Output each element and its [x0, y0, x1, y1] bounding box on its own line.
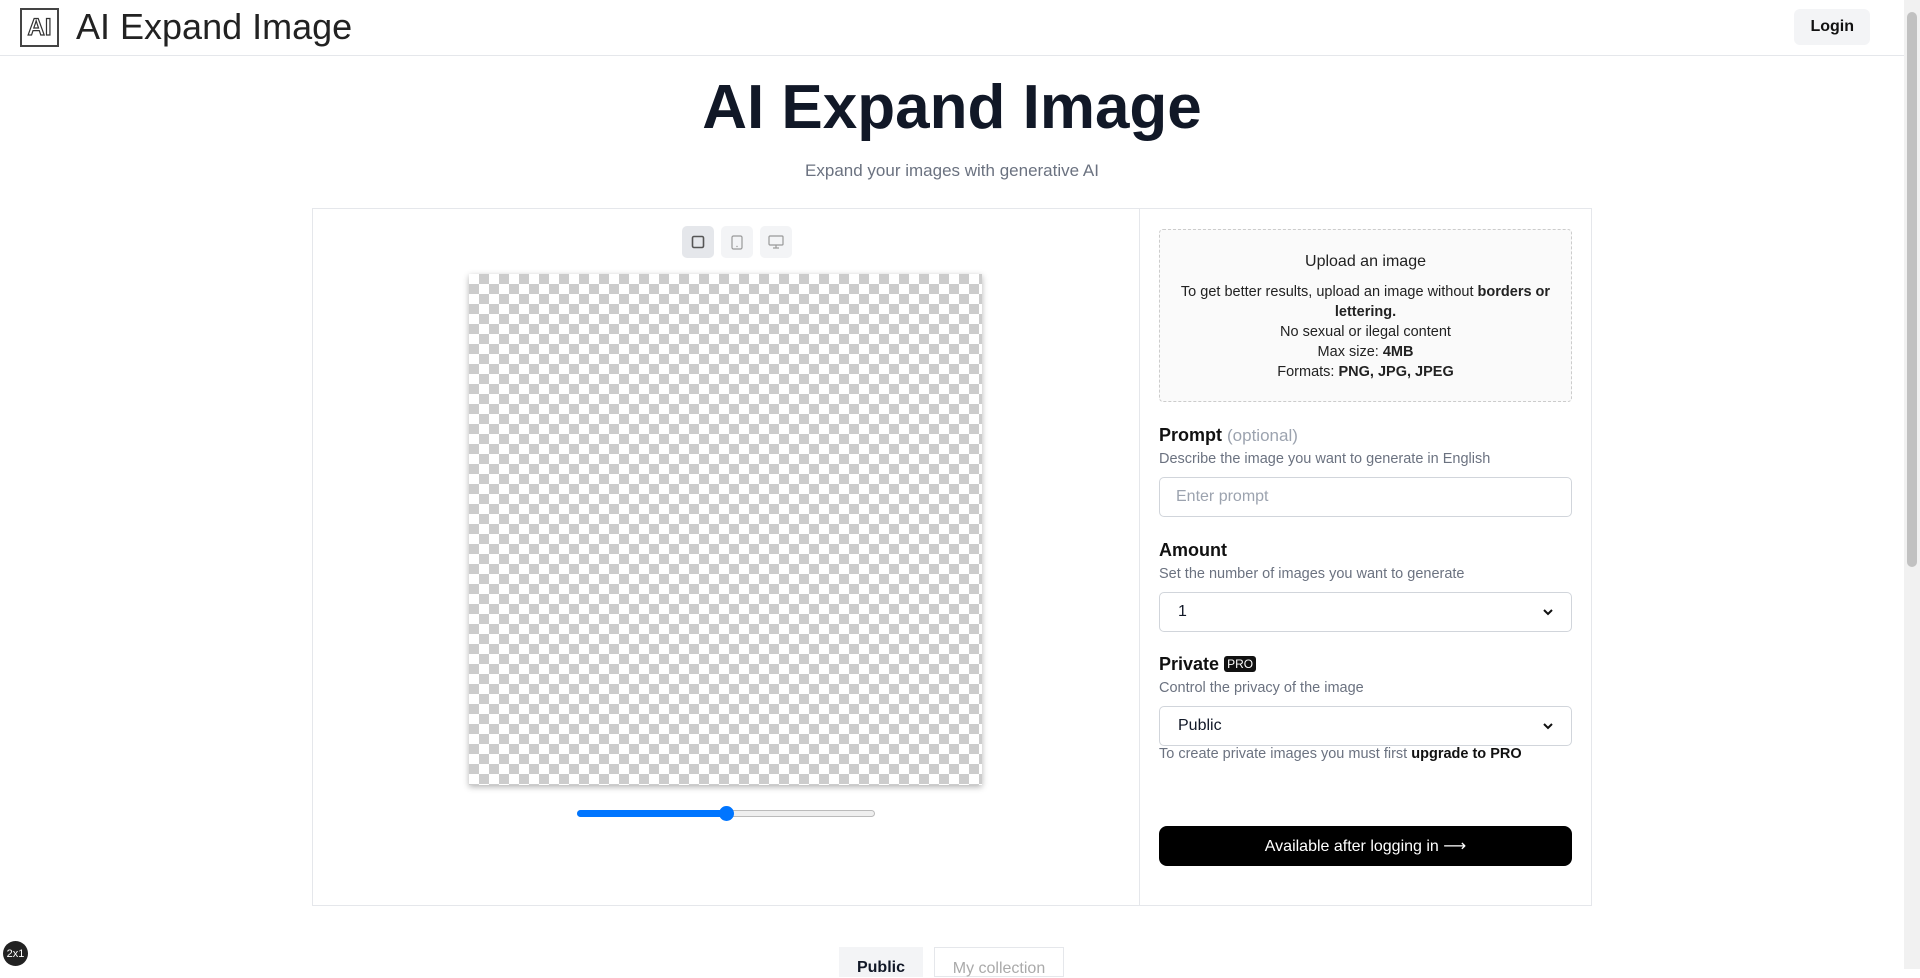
tablet-icon	[731, 234, 743, 250]
upload-content-rule: No sexual or ilegal content	[1280, 324, 1451, 340]
square-icon	[691, 235, 705, 249]
upload-formats: Formats: PNG, JPG, JPEG	[1277, 364, 1454, 380]
logo[interactable]: AI	[20, 8, 59, 47]
aspect-landscape-button[interactable]	[760, 226, 792, 258]
login-button[interactable]: Login	[1794, 9, 1870, 45]
scrollbar[interactable]	[1904, 0, 1920, 969]
upgrade-note: To create private images you must first …	[1159, 746, 1522, 762]
prompt-input[interactable]	[1159, 477, 1572, 517]
pro-badge: PRO	[1224, 656, 1257, 672]
private-label: Private PRO	[1159, 654, 1257, 675]
chevron-down-icon	[1543, 722, 1553, 729]
divider	[1139, 209, 1140, 905]
prompt-label: Prompt (optional)	[1159, 425, 1298, 445]
page-title: AI Expand Image	[702, 73, 1202, 142]
chevron-down-icon	[1543, 608, 1553, 615]
submit-button[interactable]: Available after logging in ⟶	[1159, 826, 1572, 866]
privacy-select[interactable]: Public	[1159, 706, 1572, 746]
tab-my-collection[interactable]: My collection	[934, 947, 1064, 977]
private-desc: Control the privacy of the image	[1159, 680, 1364, 696]
header: AI AI Expand Image Login	[0, 0, 1904, 56]
upload-title: Upload an image	[1305, 253, 1426, 270]
upload-max-size: Max size: 4MB	[1317, 344, 1414, 360]
upload-hint: To get better results, upload an image w…	[1180, 284, 1551, 320]
editor-card: Upload an image To get better results, u…	[312, 208, 1592, 906]
tab-public[interactable]: Public	[839, 947, 923, 977]
upgrade-link[interactable]: upgrade to PRO	[1411, 746, 1521, 762]
image-canvas[interactable]	[469, 274, 982, 785]
corner-badge[interactable]: 2x1	[3, 941, 28, 966]
aspect-square-button[interactable]	[682, 226, 714, 258]
aspect-portrait-button[interactable]	[721, 226, 753, 258]
page-subtitle: Expand your images with generative AI	[805, 161, 1099, 180]
zoom-slider[interactable]	[577, 805, 875, 821]
amount-desc: Set the number of images you want to gen…	[1159, 566, 1465, 582]
upload-dropzone[interactable]: Upload an image To get better results, u…	[1159, 229, 1572, 402]
monitor-icon	[768, 235, 784, 249]
brand-name[interactable]: AI Expand Image	[76, 6, 352, 48]
prompt-desc: Describe the image you want to generate …	[1159, 451, 1491, 467]
amount-label: Amount	[1159, 540, 1227, 560]
amount-select[interactable]: 1	[1159, 592, 1572, 632]
